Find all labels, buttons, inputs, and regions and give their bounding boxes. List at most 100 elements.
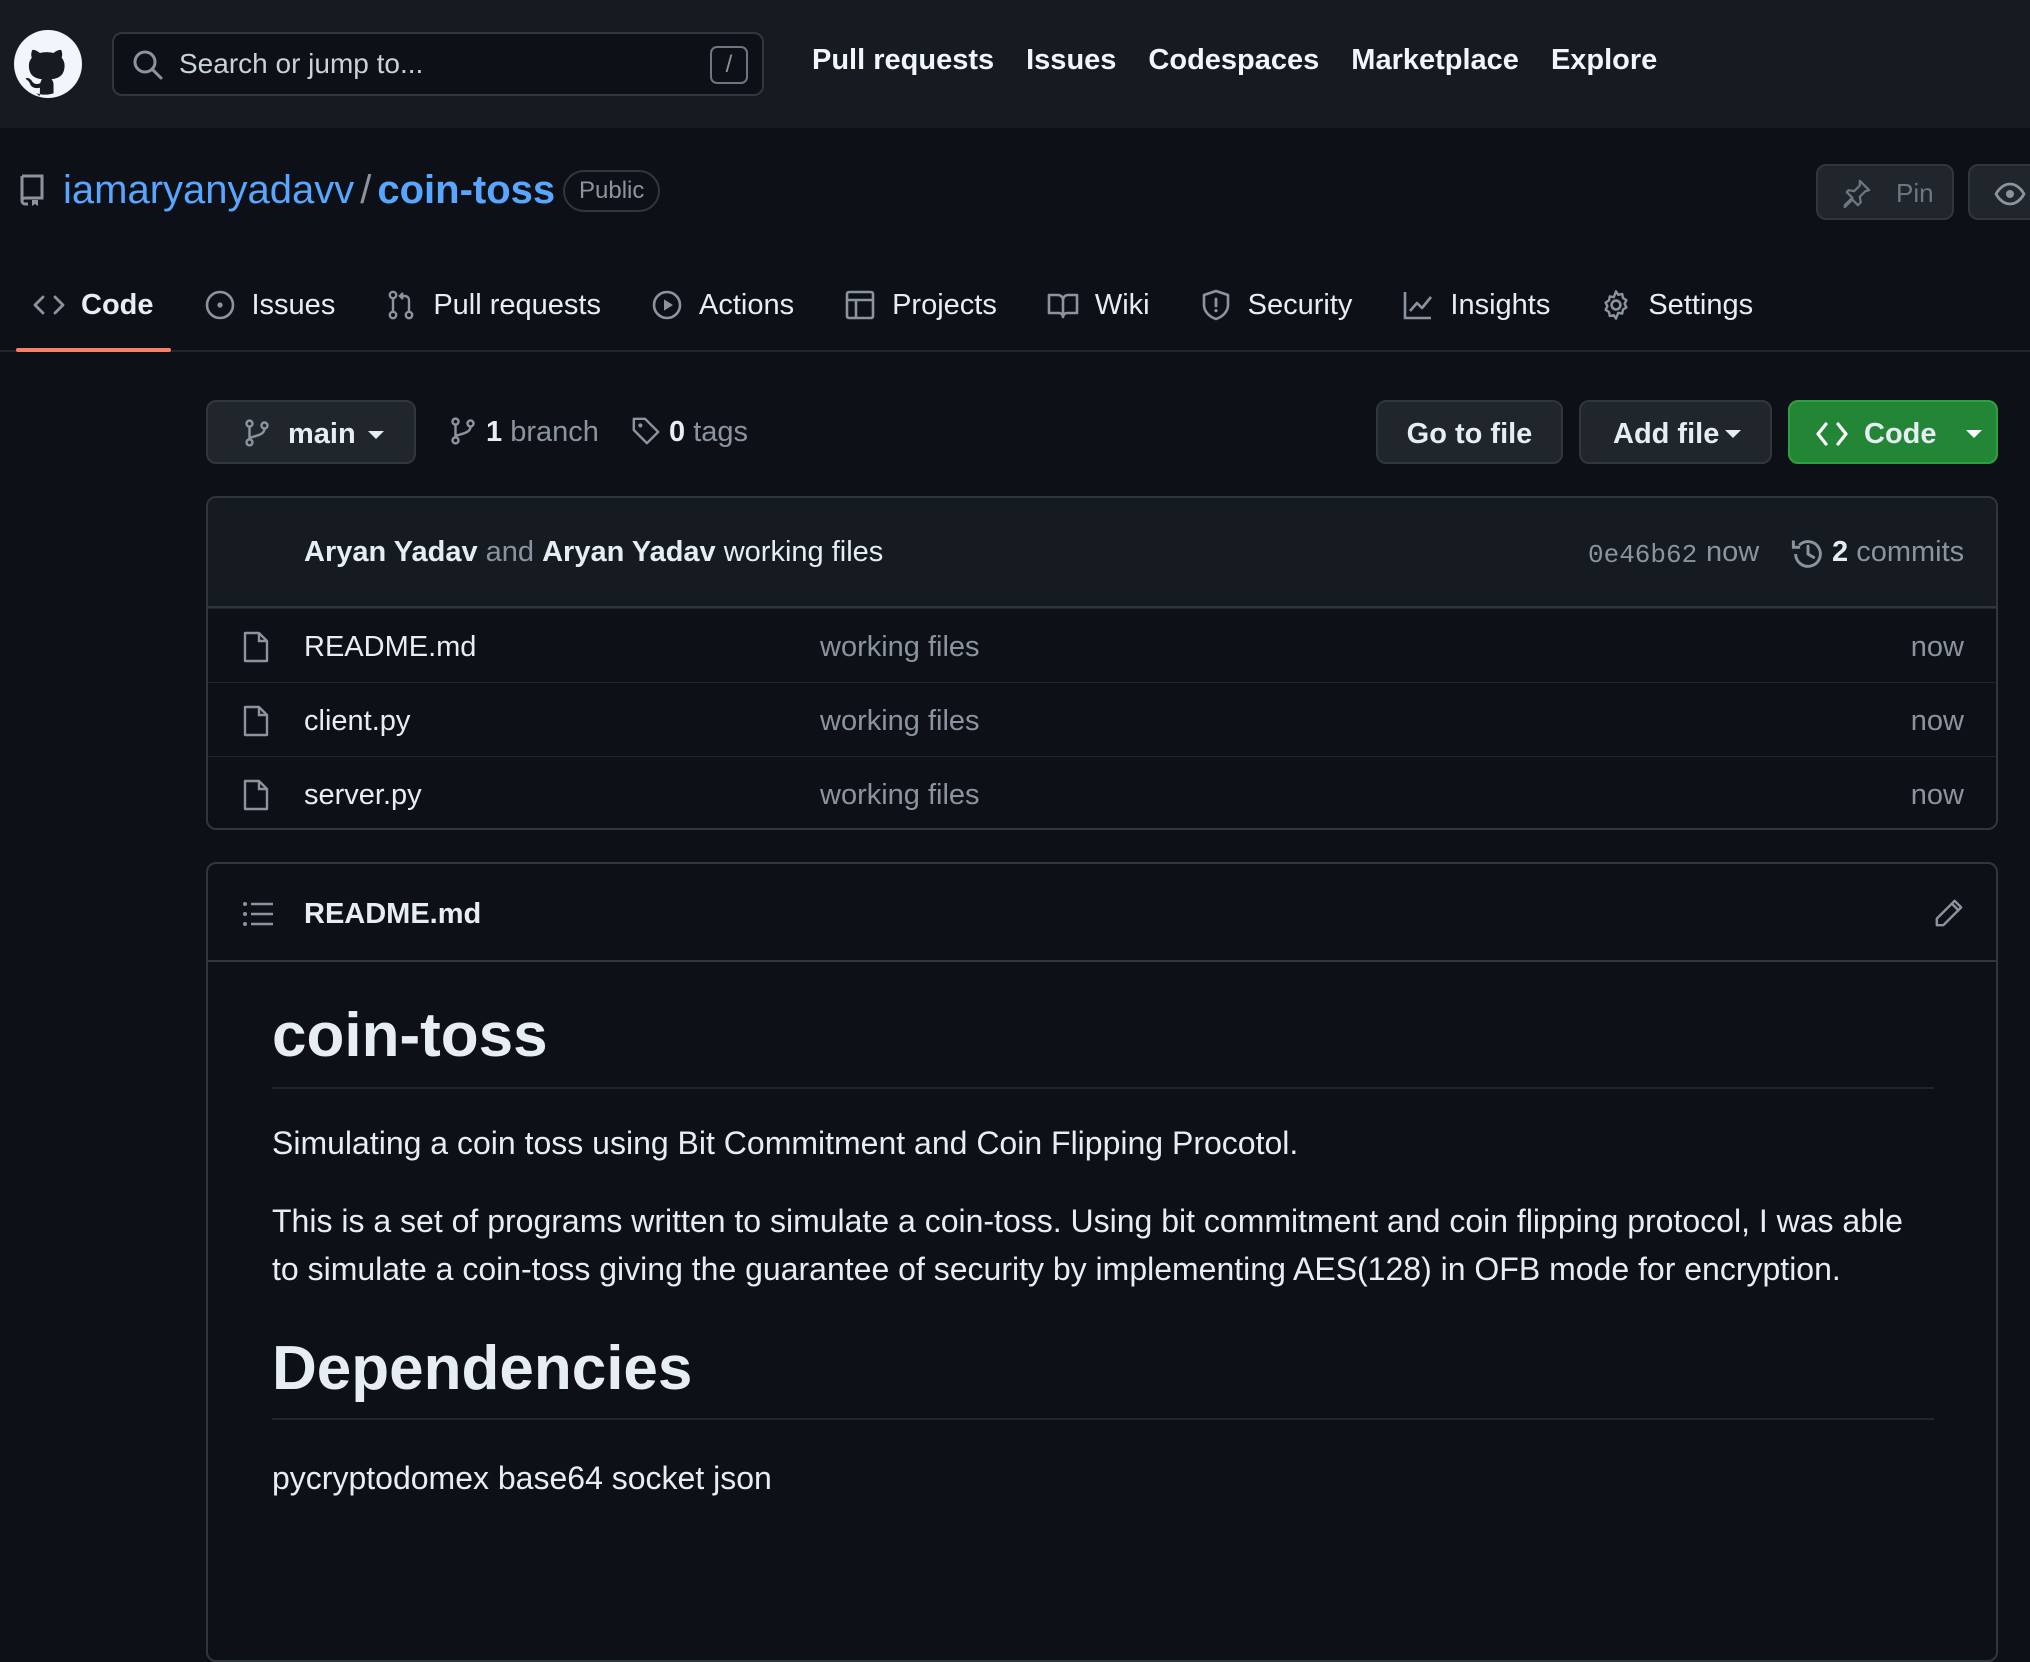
commits-link[interactable]: 2 commits <box>1832 536 1964 569</box>
add-file-button[interactable]: Add file <box>1579 400 1772 464</box>
nav-explore[interactable]: Explore <box>1551 44 1657 77</box>
search-placeholder: Search or jump to... <box>179 48 424 79</box>
latest-commit-bar: Aryan Yadav and Aryan Yadav working file… <box>208 498 1996 608</box>
tab-pull-requests-label: Pull requests <box>433 288 601 321</box>
file-row[interactable]: client.py working files now <box>208 682 1996 756</box>
repo-tabs: Code Issues Pull requests Actions Projec… <box>16 280 1786 352</box>
tag-word: tags <box>693 416 749 448</box>
top-navigation: Pull requests Issues Codespaces Marketpl… <box>812 44 1657 77</box>
nav-marketplace[interactable]: Marketplace <box>1351 44 1519 77</box>
tab-code-label: Code <box>81 288 154 321</box>
tab-settings[interactable]: Settings <box>1583 280 1770 330</box>
repo-owner-link[interactable]: iamaryanyadavv <box>63 168 354 212</box>
tab-projects[interactable]: Projects <box>827 280 1014 330</box>
commit-sha[interactable]: 0e46b62 <box>1588 540 1697 570</box>
tab-security-label: Security <box>1247 288 1353 321</box>
branch-icon <box>451 417 475 445</box>
file-commit-time: now <box>1910 705 1964 737</box>
tags-link[interactable]: 0 tags <box>631 416 748 449</box>
tab-security[interactable]: Security <box>1183 280 1370 330</box>
tab-settings-label: Settings <box>1648 288 1754 321</box>
file-icon <box>243 705 269 737</box>
branch-icon <box>245 419 269 447</box>
branches-link[interactable]: 1 branch <box>448 416 599 449</box>
tag-icon <box>632 417 660 445</box>
tab-projects-label: Projects <box>892 288 997 321</box>
commit-word: commits <box>1856 536 1965 568</box>
file-commit-message[interactable]: working files <box>820 705 980 738</box>
breadcrumb: iamaryanyadavv / coin-toss <box>63 168 555 213</box>
repo-icon <box>20 174 44 206</box>
table-icon <box>845 290 875 320</box>
chevron-down-icon <box>368 431 384 439</box>
tab-actions-label: Actions <box>698 288 795 321</box>
branch-select-button[interactable]: main <box>206 400 416 464</box>
pin-icon <box>1843 179 1871 208</box>
code-download-button[interactable]: Code <box>1788 400 1998 464</box>
issue-icon <box>205 290 234 320</box>
tab-issues[interactable]: Issues <box>187 280 353 330</box>
search-icon <box>133 50 163 80</box>
file-commit-time: now <box>1910 779 1964 811</box>
file-name[interactable]: server.py <box>304 779 422 812</box>
tab-actions[interactable]: Actions <box>634 280 811 330</box>
chevron-down-icon <box>1725 430 1741 438</box>
global-header: Search or jump to... / Pull requests Iss… <box>0 0 2030 128</box>
tab-issues-label: Issues <box>251 288 336 321</box>
readme-body: coin-toss Simulating a coin toss using B… <box>272 964 1934 1502</box>
history-icon <box>1791 540 1822 568</box>
file-commit-message[interactable]: working files <box>820 779 980 812</box>
readme-description: This is a set of programs written to sim… <box>272 1203 1903 1287</box>
pull-request-icon <box>388 290 414 320</box>
tab-code[interactable]: Code <box>16 280 171 352</box>
branch-word: branch <box>510 416 599 448</box>
commit-time: now <box>1706 536 1760 568</box>
repo-name-link[interactable]: coin-toss <box>377 168 555 212</box>
file-name[interactable]: client.py <box>304 705 410 738</box>
readme-summary: Simulating a coin toss using Bit Commitm… <box>272 1125 1299 1161</box>
go-to-file-button[interactable]: Go to file <box>1376 400 1563 464</box>
pencil-icon[interactable] <box>1934 898 1964 928</box>
pin-button[interactable]: Pin <box>1816 164 1954 220</box>
list-icon[interactable] <box>242 900 274 928</box>
readme-filename[interactable]: README.md <box>304 898 481 931</box>
tab-wiki[interactable]: Wiki <box>1030 280 1167 330</box>
commit-text[interactable]: working files <box>724 536 884 568</box>
commit-author[interactable]: Aryan Yadav <box>304 536 478 568</box>
code-icon <box>33 295 65 315</box>
commit-count: 2 <box>1832 536 1849 568</box>
commit-message: Aryan Yadav and Aryan Yadav working file… <box>304 536 883 569</box>
code-icon <box>1816 422 1848 446</box>
nav-pull-requests[interactable]: Pull requests <box>812 44 994 77</box>
go-to-file-label: Go to file <box>1406 418 1533 450</box>
visibility-badge: Public <box>563 170 661 212</box>
eye-icon <box>1994 182 2026 206</box>
commit-coauthor[interactable]: Aryan Yadav <box>542 536 716 568</box>
tag-count: 0 <box>669 416 686 448</box>
nav-codespaces[interactable]: Codespaces <box>1148 44 1319 77</box>
file-row[interactable]: server.py working files now <box>208 756 1996 828</box>
github-logo-icon[interactable] <box>14 30 82 98</box>
tab-insights[interactable]: Insights <box>1385 280 1567 330</box>
search-input[interactable]: Search or jump to... / <box>112 32 764 96</box>
file-row[interactable]: README.md working files now <box>208 608 1996 682</box>
code-button-label: Code <box>1864 418 1937 450</box>
nav-issues[interactable]: Issues <box>1026 44 1116 77</box>
graph-icon <box>1404 292 1433 320</box>
dependencies-heading: Dependencies <box>272 1333 1934 1420</box>
play-icon <box>652 290 682 320</box>
commit-and: and <box>485 536 535 568</box>
watch-button[interactable] <box>1968 164 2030 220</box>
search-shortcut-key: / <box>710 46 748 84</box>
branch-name: main <box>288 418 356 450</box>
book-icon <box>1047 293 1079 319</box>
branch-count: 1 <box>486 416 503 448</box>
file-icon <box>243 631 269 663</box>
file-name[interactable]: README.md <box>304 631 476 664</box>
tab-pull-requests[interactable]: Pull requests <box>368 280 618 330</box>
add-file-label: Add file <box>1613 418 1720 450</box>
file-icon <box>243 779 269 811</box>
gear-icon <box>1604 290 1628 320</box>
file-commit-message[interactable]: working files <box>820 631 980 664</box>
tab-insights-label: Insights <box>1450 288 1551 321</box>
